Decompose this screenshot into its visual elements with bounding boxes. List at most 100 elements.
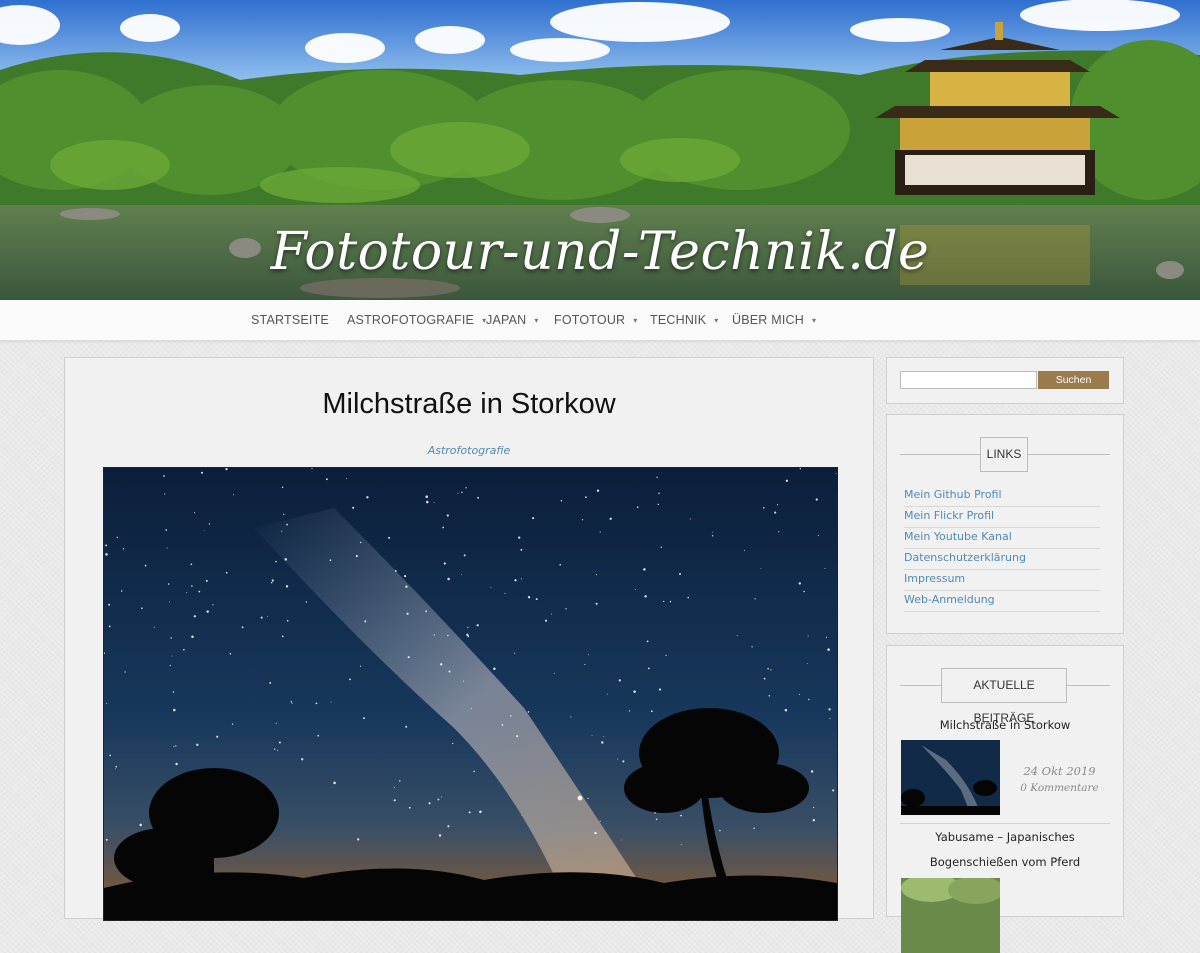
star	[225, 468, 228, 471]
star	[736, 635, 738, 637]
star	[581, 519, 584, 521]
nav-item-startseite[interactable]: STARTSEITE	[251, 300, 329, 340]
star	[405, 725, 408, 728]
star	[175, 762, 178, 766]
star	[658, 492, 660, 495]
star	[173, 745, 175, 748]
star	[461, 491, 463, 494]
star	[457, 492, 459, 494]
star	[832, 789, 835, 792]
star	[191, 585, 193, 587]
star	[406, 612, 409, 615]
star	[824, 568, 826, 570]
recent-post-thumbnail[interactable]	[901, 878, 1000, 953]
nav-item-fototour[interactable]: FOTOTOUR ▾	[554, 300, 638, 340]
star	[363, 717, 365, 720]
link-github-profile[interactable]: Mein Github Profil	[904, 485, 1100, 507]
star	[283, 513, 285, 516]
star	[315, 702, 318, 705]
nav-item-ueber-mich[interactable]: ÜBER MICH ▾	[732, 300, 816, 340]
star	[345, 478, 347, 479]
star	[660, 546, 663, 549]
nav-label: FOTOTOUR	[554, 313, 626, 327]
star	[231, 723, 234, 725]
recent-post-title-line2[interactable]: Bogenschießen vom Pferd	[887, 855, 1123, 869]
star	[317, 734, 320, 737]
nav-label: ASTROFOTOGRAFIE	[347, 313, 475, 327]
star	[285, 585, 289, 588]
star	[364, 620, 367, 623]
star	[388, 536, 391, 539]
star	[109, 754, 112, 757]
star	[467, 635, 470, 638]
star	[169, 664, 171, 667]
nav-item-astrofotografie[interactable]: ASTROFOTOGRAFIE ▾	[347, 300, 486, 340]
star	[122, 548, 125, 550]
star	[490, 587, 492, 589]
star	[461, 573, 463, 575]
star	[212, 604, 214, 606]
star	[477, 496, 480, 499]
recent-post-thumbnail[interactable]	[901, 740, 1000, 815]
star	[267, 615, 269, 617]
star	[516, 735, 519, 738]
search-input[interactable]	[900, 371, 1037, 389]
link-youtube-channel[interactable]: Mein Youtube Kanal	[904, 527, 1100, 549]
star	[622, 760, 625, 763]
nav-item-japan[interactable]: JAPAN ▾	[486, 300, 539, 340]
star	[447, 825, 450, 828]
star	[441, 796, 442, 798]
star	[193, 615, 196, 618]
link-impressum[interactable]: Impressum	[904, 569, 1100, 591]
star	[425, 610, 428, 613]
recent-heading: AKTUELLE BEITRÄGE	[900, 668, 1110, 725]
star	[527, 711, 530, 713]
link-web-login[interactable]: Web-Anmeldung	[904, 590, 1100, 612]
star	[394, 569, 397, 572]
star	[527, 596, 531, 599]
star	[711, 535, 714, 537]
star	[680, 844, 682, 846]
star	[357, 838, 360, 841]
star	[470, 707, 472, 709]
thumbnail-image	[901, 878, 1000, 953]
star	[712, 531, 714, 533]
recent-post-comments[interactable]: 0 Kommentare	[1007, 782, 1112, 794]
star	[465, 487, 467, 489]
star	[532, 517, 535, 520]
star	[208, 523, 211, 525]
star	[680, 814, 682, 817]
star	[205, 579, 208, 582]
search-button[interactable]: Suchen	[1038, 371, 1109, 389]
star	[216, 735, 219, 738]
star	[144, 564, 147, 567]
post-category-link[interactable]: Astrofotografie	[65, 444, 873, 457]
star	[617, 758, 619, 760]
star	[808, 698, 810, 701]
recent-post-date: 24 Okt 2019	[1023, 764, 1096, 778]
star	[276, 749, 279, 751]
star	[504, 592, 506, 595]
link-privacy-policy[interactable]: Datenschutzerklärung	[904, 548, 1100, 570]
site-title-logo[interactable]: Fototour-und-Technik.de	[0, 222, 1200, 282]
star	[665, 654, 667, 657]
link-flickr-profile[interactable]: Mein Flickr Profil	[904, 506, 1100, 528]
star	[473, 770, 475, 773]
star	[763, 677, 766, 680]
star	[329, 559, 332, 562]
milky-way-photo	[104, 468, 837, 920]
star	[767, 667, 769, 670]
star	[191, 635, 194, 639]
star	[183, 648, 185, 651]
star	[806, 663, 808, 664]
star	[657, 503, 659, 506]
star	[407, 656, 410, 659]
star	[753, 827, 755, 829]
recent-post-title[interactable]: Yabusame – Japanisches	[887, 830, 1123, 844]
star	[428, 802, 431, 805]
star	[399, 780, 401, 782]
post-featured-image[interactable]	[103, 467, 838, 921]
star	[751, 646, 753, 648]
nav-item-technik[interactable]: TECHNIK ▾	[650, 300, 718, 340]
recent-post-title[interactable]: Milchstraße in Storkow	[887, 718, 1123, 732]
